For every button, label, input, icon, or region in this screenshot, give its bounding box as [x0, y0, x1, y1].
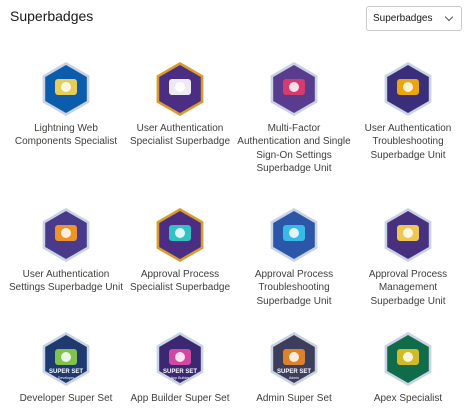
badge-card[interactable]: User Authentication Settings Superbadge … — [9, 206, 123, 295]
badge-caption: SUPER SET — [49, 369, 83, 375]
page-title: Superbadges — [10, 8, 94, 24]
user-auth-troubleshooting-badge-icon — [384, 62, 432, 116]
badge-card[interactable]: SUPER SET Admin Admin Super Set — [237, 330, 351, 405]
badge-subcaption: Admin — [289, 376, 299, 380]
badge-label: Approval Process Specialist Superbadge — [129, 269, 231, 294]
badge-card[interactable]: Approval Process Troubleshooting Superba… — [237, 206, 351, 308]
mfa-sso-badge-icon — [270, 62, 318, 116]
chevron-down-icon — [444, 12, 454, 22]
badge-card[interactable]: SUPER SET Developer Developer Super Set — [9, 330, 123, 405]
lightning-web-components-badge-icon — [42, 62, 90, 116]
approval-process-badge-icon — [156, 208, 204, 262]
badge-card[interactable]: Apex Specialist — [351, 330, 465, 405]
app-builder-super-set-badge-icon: SUPER SETApp Builder — [156, 332, 204, 386]
badge-label: Admin Super Set — [256, 393, 332, 404]
badge-label: Developer Super Set — [19, 393, 113, 404]
user-authentication-badge-icon — [156, 62, 204, 116]
badge-card[interactable]: Multi-Factor Authentication and Single S… — [237, 60, 351, 175]
user-auth-settings-badge-icon — [42, 208, 90, 262]
developer-super-set-badge-icon: SUPER SETDeveloper — [42, 332, 90, 386]
badge-label: User Authentication Specialist Superbadg… — [129, 123, 231, 148]
approval-management-badge-icon — [384, 208, 432, 262]
badge-type-select[interactable]: Superbadges — [366, 6, 462, 31]
badge-type-select-value: Superbadges — [373, 13, 433, 24]
apex-specialist-badge-icon — [384, 332, 432, 386]
badge-card[interactable]: Approval Process Specialist Superbadge — [123, 206, 237, 295]
badge-caption: SUPER SET — [163, 369, 197, 375]
badge-label: Apex Specialist — [373, 393, 443, 404]
badge-label: Lightning Web Components Specialist — [14, 123, 118, 148]
badge-subcaption: App Builder — [171, 376, 190, 380]
badge-subcaption: Developer — [58, 376, 75, 380]
badge-card[interactable]: Lightning Web Components Specialist — [9, 60, 123, 149]
badge-label: Multi-Factor Authentication and Single S… — [237, 123, 351, 174]
badge-label: App Builder Super Set — [130, 393, 230, 404]
badge-label: Approval Process Troubleshooting Superba… — [254, 269, 334, 307]
admin-super-set-badge-icon: SUPER SETAdmin — [270, 332, 318, 386]
badge-caption: SUPER SET — [277, 369, 311, 375]
badge-label: Approval Process Management Superbadge U… — [368, 269, 448, 307]
badge-card[interactable]: SUPER SET App Builder App Builder Super Se… — [123, 330, 237, 405]
badge-label: User Authentication Troubleshooting Supe… — [364, 123, 452, 161]
badge-card[interactable]: User Authentication Troubleshooting Supe… — [351, 60, 465, 162]
approval-troubleshooting-badge-icon — [270, 208, 318, 262]
badge-card[interactable]: User Authentication Specialist Superbadg… — [123, 60, 237, 149]
badge-card[interactable]: Approval Process Management Superbadge U… — [351, 206, 465, 308]
badge-label: User Authentication Settings Superbadge … — [9, 269, 123, 294]
